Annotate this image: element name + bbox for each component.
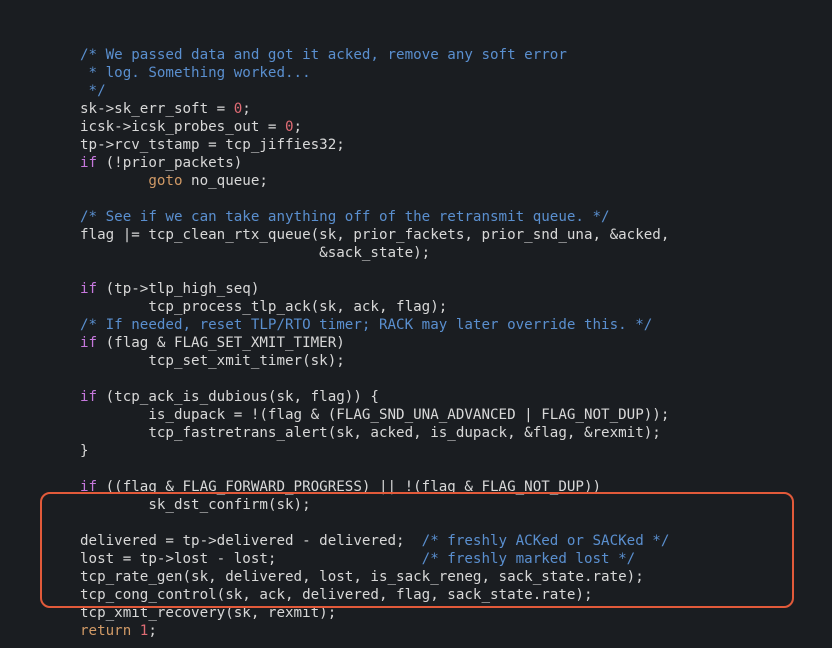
code-line: lost = tp->lost - lost; /* freshly marke…	[0, 550, 832, 568]
code-line: tcp_fastretrans_alert(sk, acked, is_dupa…	[0, 424, 832, 442]
code-line: sk_dst_confirm(sk);	[0, 496, 832, 514]
code-token-number: 0	[234, 101, 243, 117]
code-token: (flag & FLAG_SET_XMIT_TIMER)	[97, 335, 345, 351]
code-line: /* See if we can take anything off of th…	[0, 208, 832, 226]
code-token	[80, 173, 148, 189]
code-token: tcp_process_tlp_ack(sk, ack, flag);	[80, 299, 447, 315]
code-token-keyword: if	[80, 389, 97, 405]
code-token-goto: goto	[148, 173, 182, 189]
code-token: sk_dst_confirm(sk);	[80, 497, 311, 513]
code-token: tcp_set_xmit_timer(sk);	[80, 353, 345, 369]
code-token-keyword: if	[80, 155, 97, 171]
code-line: if (flag & FLAG_SET_XMIT_TIMER)	[0, 334, 832, 352]
code-line: if (!prior_packets)	[0, 154, 832, 172]
code-block: /* We passed data and got it acked, remo…	[0, 0, 832, 648]
code-line: tcp_set_xmit_timer(sk);	[0, 352, 832, 370]
code-line: tcp_process_tlp_ack(sk, ack, flag);	[0, 298, 832, 316]
code-line: tcp_cong_control(sk, ack, delivered, fla…	[0, 586, 832, 604]
code-token: delivered = tp->delivered - delivered;	[80, 533, 422, 549]
code-token-comment: /* freshly ACKed or SACKed */	[422, 533, 670, 549]
code-line: tp->rcv_tstamp = tcp_jiffies32;	[0, 136, 832, 154]
code-token: flag |= tcp_clean_rtx_queue(sk, prior_fa…	[80, 227, 669, 243]
code-line: is_dupack = !(flag & (FLAG_SND_UNA_ADVAN…	[0, 406, 832, 424]
code-token-keyword: if	[80, 335, 97, 351]
code-line: &sack_state);	[0, 244, 832, 262]
code-token-comment: /* See if we can take anything off of th…	[80, 209, 610, 225]
code-token: tcp_cong_control(sk, ack, delivered, fla…	[80, 587, 593, 603]
code-token: ((flag & FLAG_FORWARD_PROGRESS) || !(fla…	[97, 479, 601, 495]
code-token-comment: * log. Something worked...	[80, 65, 311, 81]
code-line: delivered = tp->delivered - delivered; /…	[0, 532, 832, 550]
code-line	[0, 370, 832, 388]
code-token: lost = tp->lost - lost;	[80, 551, 422, 567]
code-line: flag |= tcp_clean_rtx_queue(sk, prior_fa…	[0, 226, 832, 244]
code-line: }	[0, 442, 832, 460]
code-token: ;	[294, 119, 303, 135]
code-line: if ((flag & FLAG_FORWARD_PROGRESS) || !(…	[0, 478, 832, 496]
code-line: goto no_queue;	[0, 172, 832, 190]
code-line: icsk->icsk_probes_out = 0;	[0, 118, 832, 136]
code-token: ;	[148, 623, 157, 639]
code-line: tcp_xmit_recovery(sk, rexmit);	[0, 604, 832, 622]
code-token	[131, 623, 140, 639]
code-line: return 1;	[0, 622, 832, 640]
code-token: tcp_fastretrans_alert(sk, acked, is_dupa…	[80, 425, 661, 441]
code-line: */	[0, 82, 832, 100]
code-token: no_queue;	[183, 173, 268, 189]
code-line	[0, 514, 832, 532]
code-line: tcp_rate_gen(sk, delivered, lost, is_sac…	[0, 568, 832, 586]
code-line: /* If needed, reset TLP/RTO timer; RACK …	[0, 316, 832, 334]
code-token-comment: /* freshly marked lost */	[422, 551, 636, 567]
code-token: &sack_state);	[80, 245, 430, 261]
code-token: tcp_rate_gen(sk, delivered, lost, is_sac…	[80, 569, 644, 585]
code-line: sk->sk_err_soft = 0;	[0, 100, 832, 118]
code-token-comment: /* We passed data and got it acked, remo…	[80, 47, 567, 63]
code-line	[0, 190, 832, 208]
code-token: (!prior_packets)	[97, 155, 242, 171]
code-line	[0, 262, 832, 280]
code-line	[0, 460, 832, 478]
code-token-comment: /* If needed, reset TLP/RTO timer; RACK …	[80, 317, 652, 333]
code-token-keyword: if	[80, 479, 97, 495]
code-token-keyword: if	[80, 281, 97, 297]
code-token: sk->sk_err_soft =	[80, 101, 234, 117]
code-line: if (tcp_ack_is_dubious(sk, flag)) {	[0, 388, 832, 406]
code-token: }	[80, 443, 89, 459]
code-token: (tcp_ack_is_dubious(sk, flag)) {	[97, 389, 379, 405]
code-token-comment: */	[80, 83, 106, 99]
code-token: tp->rcv_tstamp = tcp_jiffies32;	[80, 137, 345, 153]
code-token-return: return	[80, 623, 131, 639]
code-token: (tp->tlp_high_seq)	[97, 281, 259, 297]
code-token: ;	[242, 101, 251, 117]
code-token: is_dupack = !(flag & (FLAG_SND_UNA_ADVAN…	[80, 407, 669, 423]
code-token-number: 0	[285, 119, 294, 135]
code-line: /* We passed data and got it acked, remo…	[0, 46, 832, 64]
code-line: if (tp->tlp_high_seq)	[0, 280, 832, 298]
code-token: tcp_xmit_recovery(sk, rexmit);	[80, 605, 336, 621]
code-token: icsk->icsk_probes_out =	[80, 119, 285, 135]
code-line: * log. Something worked...	[0, 64, 832, 82]
